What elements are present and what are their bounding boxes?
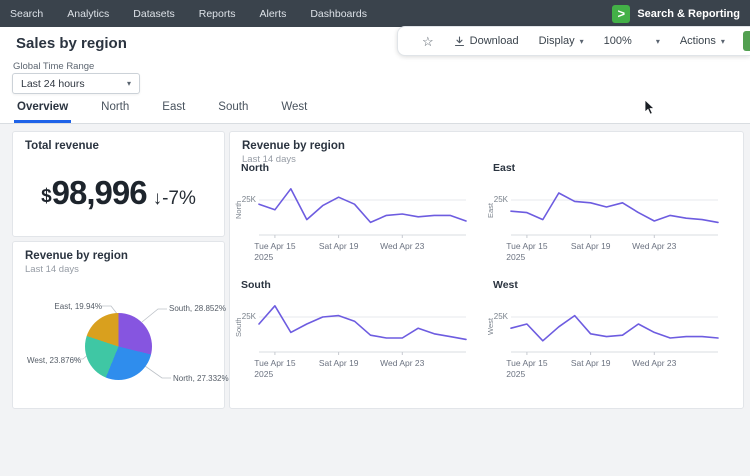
line-chart-south: South South 25K Tue Apr 15 2025 Sat Apr … [230,279,480,391]
favorite-button[interactable]: ☆ [412,27,444,55]
line-plot [259,296,466,356]
chart-title: East [493,162,515,174]
currency-symbol: $ [41,186,52,207]
time-range-value: Last 24 hours [21,78,85,90]
splunk-logo-icon[interactable]: > [612,5,630,23]
x-tick: Tue Apr 15 2025 [254,241,295,263]
chevron-down-icon: ▾ [721,37,725,46]
x-axis: Tue Apr 15 2025 Sat Apr 19 Wed Apr 23 [259,358,466,382]
tab-bar: Overview North East South West [14,101,310,123]
nav-item-alerts[interactable]: Alerts [248,8,299,20]
download-icon [454,36,465,47]
kpi-delta: -7% [162,188,196,209]
chart-title: South [241,279,271,291]
line-plot [511,296,718,356]
x-axis: Tue Apr 15 2025 Sat Apr 19 Wed Apr 23 [259,241,466,265]
tab-west[interactable]: West [278,101,310,123]
chevron-down-icon: ▾ [127,79,131,88]
chart-title: North [241,162,269,174]
total-revenue-panel: Total revenue $98,996 ↓-7% [12,131,225,237]
pie-label-south: South, 28.852% [169,304,226,313]
tab-north[interactable]: North [98,101,132,123]
x-tick: Wed Apr 23 [632,241,676,252]
x-tick: Tue Apr 15 2025 [506,358,547,380]
x-tick: Wed Apr 23 [380,241,424,252]
display-label: Display [539,35,575,47]
tab-south[interactable]: South [215,101,251,123]
pie-chart: East, 19.94% South, 28.852% West, 23.876… [13,297,226,407]
download-label: Download [470,35,519,47]
panel-title: Total revenue [13,132,224,152]
chart-title: West [493,279,518,291]
tab-east[interactable]: East [159,101,188,123]
page-title: Sales by region [16,35,127,52]
revenue-lines-panel: Revenue by region Last 14 days North Nor… [229,131,744,409]
panel-title: Revenue by region [13,242,224,262]
pie-label-north: North, 27.332% [173,374,229,383]
nav-item-reports[interactable]: Reports [187,8,248,20]
x-tick: Sat Apr 19 [571,358,611,369]
kpi-number: 98,996 [52,174,147,211]
panel-title: Revenue by region [230,132,743,152]
y-axis-tick: 25K [490,312,508,321]
nav-item-datasets[interactable]: Datasets [121,8,186,20]
star-icon: ☆ [422,35,434,48]
pie-label-west: West, 23.876% [27,356,81,365]
x-axis: Tue Apr 15 2025 Sat Apr 19 Wed Apr 23 [511,241,718,265]
pie-panel: Revenue by region Last 14 days East, 19.… [12,241,225,409]
app-name: Search & Reporting [637,8,740,20]
line-chart-west: West West 25K Tue Apr 15 2025 Sat Apr 19… [482,279,732,391]
nav-item-analytics[interactable]: Analytics [55,8,121,20]
line-plot [511,179,718,239]
line-chart-east: East East 25K Tue Apr 15 2025 Sat Apr 19… [482,162,732,274]
y-axis-tick: 25K [238,312,256,321]
line-chart-north: North North 25K Tue Apr 15 2025 Sat Apr … [230,162,480,274]
x-tick: Sat Apr 19 [571,241,611,252]
x-tick: Tue Apr 15 2025 [506,241,547,263]
zoom-level[interactable]: 100% [594,27,642,55]
line-plot [259,179,466,239]
download-button[interactable]: Download [444,27,529,55]
x-tick: Wed Apr 23 [632,358,676,369]
kpi-value: $98,996 ↓-7% [13,174,224,212]
nav-item-search[interactable]: Search [0,8,55,20]
zoom-dropdown[interactable]: ▾ [646,27,670,55]
actions-label: Actions [680,35,716,47]
pie-circle [85,313,152,380]
dashboard-toolbar: ☆ Download Display ▾ 100% ▾ Actions ▾ Ed… [397,26,750,56]
actions-menu[interactable]: Actions ▾ [670,27,735,55]
y-axis-tick: 25K [490,195,508,204]
nav-item-dashboards[interactable]: Dashboards [298,8,379,20]
panel-subtitle: Last 14 days [13,262,224,275]
x-axis: Tue Apr 15 2025 Sat Apr 19 Wed Apr 23 [511,358,718,382]
edit-button[interactable]: Edit [743,31,750,51]
x-tick: Wed Apr 23 [380,358,424,369]
display-menu[interactable]: Display ▾ [529,27,594,55]
tab-overview[interactable]: Overview [14,101,71,123]
x-tick: Tue Apr 15 2025 [254,358,295,380]
time-range-label: Global Time Range [13,61,94,72]
chevron-down-icon: ▾ [656,37,660,46]
top-nav: Search Analytics Datasets Reports Alerts… [0,0,750,27]
x-tick: Sat Apr 19 [319,241,359,252]
chevron-down-icon: ▾ [580,37,584,46]
app-bar: > Search & Reporting [612,5,750,23]
pie-label-east: East, 19.94% [54,302,102,311]
time-range-dropdown[interactable]: Last 24 hours ▾ [12,73,140,94]
zoom-value: 100% [604,35,632,47]
y-axis-tick: 25K [238,195,256,204]
trend-down-icon: ↓ [153,188,163,209]
x-tick: Sat Apr 19 [319,358,359,369]
